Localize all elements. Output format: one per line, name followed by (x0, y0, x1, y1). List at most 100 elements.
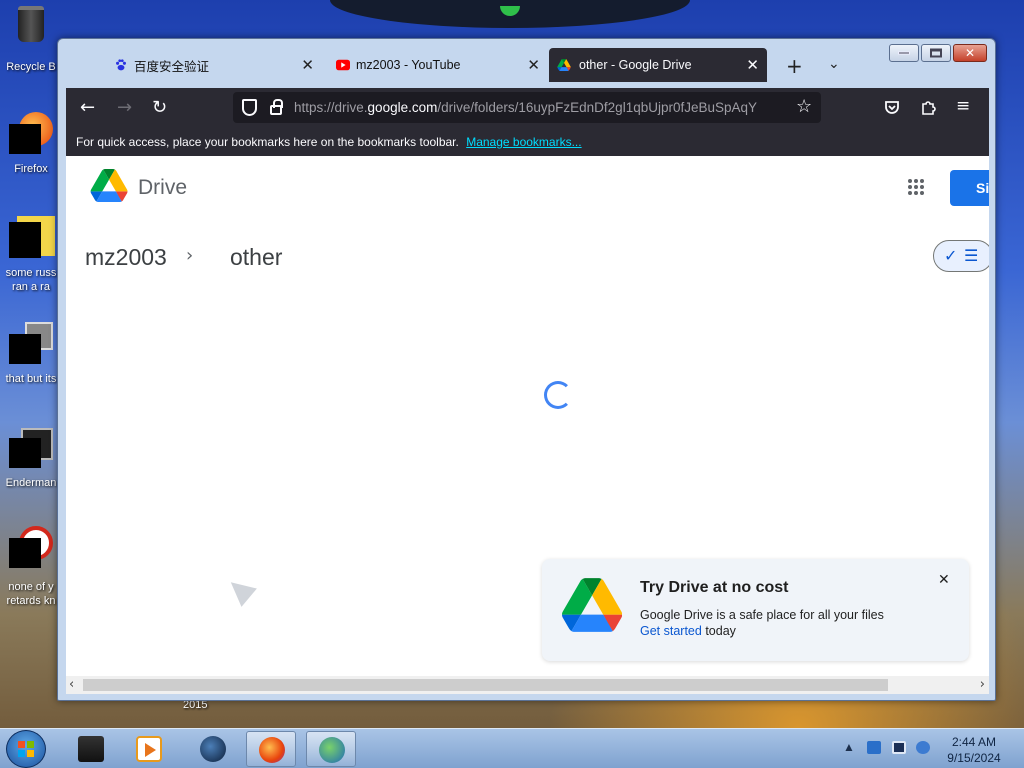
scroll-right-arrow-icon[interactable]: › (980, 677, 985, 692)
tab-close-icon[interactable]: ✕ (527, 56, 540, 74)
network-monitor-icon[interactable] (892, 741, 906, 754)
taskbar-app-media-player[interactable] (124, 731, 174, 767)
window-app-icon (9, 426, 53, 468)
start-button[interactable] (6, 730, 46, 768)
tab-title: other - Google Drive (579, 58, 692, 72)
loading-spinner-icon (544, 381, 572, 409)
media-icon (9, 526, 53, 568)
extensions-puzzle-icon[interactable] (920, 98, 937, 115)
tab-close-icon[interactable]: ✕ (746, 56, 759, 74)
desktop-icon-shortcut[interactable]: that but its (0, 322, 62, 386)
maximize-icon (930, 48, 942, 58)
desktop-icon-label: that but its (5, 373, 57, 385)
try-drive-promo: Try Drive at no cost Google Drive is a s… (542, 559, 969, 661)
list-view-icon: ☰ (964, 246, 979, 265)
desktop-icon-firefox[interactable]: Firefox (0, 112, 62, 176)
sign-in-button[interactable]: Si (950, 170, 989, 206)
windows-logo-icon (18, 741, 34, 757)
download-manager-icon (319, 737, 345, 763)
taskbar-app-globe[interactable] (188, 731, 238, 767)
scrollbar-thumb[interactable] (83, 679, 888, 691)
volume-icon[interactable] (916, 741, 930, 754)
address-bar[interactable]: https://drive.google.com/drive/folders/1… (233, 92, 821, 123)
black-box-app-icon (78, 736, 104, 762)
list-all-tabs-chevron-icon[interactable]: ⌄ (828, 56, 840, 72)
desktop-icon-label: some russ (5, 267, 57, 279)
promo-body: Google Drive is a safe place for all you… (640, 608, 884, 622)
checkmark-icon: ✓ (944, 246, 958, 265)
desktop-wallpaper-decoration (330, 0, 690, 28)
firefox-icon (259, 737, 285, 763)
clock-date: 9/15/2024 (947, 751, 1001, 765)
tab-youtube[interactable]: mz2003 - YouTube ✕ (288, 48, 548, 82)
taskbar-app-explorer[interactable] (66, 731, 116, 767)
desktop-icon-label: Recycle B (6, 61, 56, 73)
promo-title: Try Drive at no cost (640, 579, 789, 596)
globe-app-icon (200, 736, 226, 762)
google-apps-grid-icon[interactable] (908, 179, 924, 195)
lock-icon[interactable] (270, 99, 283, 115)
stacked-windows-icon (9, 322, 53, 364)
tab-baidu[interactable]: 百度安全验证 ✕ (66, 48, 322, 82)
taskbar-app-download-manager[interactable] (306, 731, 356, 767)
promo-cta-suffix: today (701, 624, 736, 638)
breadcrumb-parent[interactable]: mz2003 (85, 244, 167, 271)
promo-close-icon[interactable]: ✕ (938, 572, 950, 588)
back-arrow-icon[interactable]: ← (80, 97, 95, 118)
close-icon: ✕ (964, 46, 976, 60)
google-drive-logo-icon[interactable] (90, 169, 128, 202)
desktop-icon-label: Enderman (5, 477, 57, 489)
tab-title: mz2003 - YouTube (356, 58, 461, 72)
recycle-bin-icon (11, 6, 51, 46)
tab-google-drive[interactable]: other - Google Drive ✕ (549, 48, 767, 82)
url-domain: google.com (367, 100, 438, 115)
forward-arrow-icon[interactable]: → (117, 97, 132, 118)
reload-icon[interactable]: ↻ (152, 97, 167, 118)
google-drive-icon (557, 59, 571, 71)
google-drive-logo-icon (562, 578, 622, 632)
maximize-button[interactable] (921, 44, 951, 62)
tray-app-icon[interactable] (867, 741, 881, 754)
promo-cta: Get started today (640, 624, 736, 638)
show-hidden-icons-chevron-icon[interactable]: ▲ (843, 740, 855, 754)
bookmarks-toolbar: For quick access, place your bookmarks h… (66, 128, 989, 156)
taskbar-app-firefox[interactable] (246, 731, 296, 767)
desktop-icon-label: Firefox (14, 163, 48, 175)
chevron-right-icon: › (186, 245, 194, 266)
desktop-icon-label-line2: ran a ra (12, 281, 50, 293)
view-toggle-button[interactable]: ✓ ☰ (933, 240, 989, 272)
desktop-icon-label: none of y (8, 581, 54, 593)
nav-toolbar: ← → ↻ https://drive.google.com/drive/fol… (66, 88, 989, 128)
pocket-icon[interactable] (884, 99, 900, 115)
desktop-icon-recycle-bin[interactable]: Recycle B (0, 6, 62, 74)
page-content: Drive Si mz2003 › other ✓ ☰ Try Drive at… (66, 156, 989, 676)
url-prefix: https://drive. (294, 100, 368, 115)
system-clock[interactable]: 2:44 AM 9/15/2024 (942, 734, 1006, 766)
youtube-icon (336, 59, 350, 71)
desktop-icon-label-line2: retards kn (6, 595, 56, 607)
manage-bookmarks-link[interactable]: Manage bookmarks... (466, 135, 581, 149)
menu-hamburger-icon[interactable]: ≡ (956, 96, 970, 116)
clock-time: 2:44 AM (951, 735, 997, 749)
tracking-shield-icon[interactable] (242, 99, 257, 116)
scroll-left-arrow-icon[interactable]: ‹ (69, 677, 74, 692)
bookmarks-hint-text: For quick access, place your bookmarks h… (76, 135, 459, 149)
breadcrumb-current[interactable]: other (230, 244, 282, 271)
horizontal-scrollbar[interactable]: ‹ › (66, 676, 989, 694)
taskbar: ▲ 2:44 AM 9/15/2024 (0, 728, 1024, 768)
new-tab-button[interactable]: + (786, 54, 803, 78)
bookmark-star-icon[interactable]: ☆ (796, 96, 812, 117)
desktop-icon-file-2[interactable]: none of y retards kn (0, 526, 62, 608)
media-player-icon (136, 736, 162, 762)
baidu-paw-icon (116, 59, 126, 71)
document-icon (9, 216, 55, 258)
url-path: /drive/folders/16uypFzEdnDf2gl1qbUjpr0fJ… (437, 100, 758, 115)
desktop-icon-enderman[interactable]: Enderman (0, 426, 62, 490)
get-started-link[interactable]: Get started (640, 624, 702, 638)
window-close-button[interactable]: ✕ (953, 44, 987, 62)
browser-window: ✕ 百度安全验证 ✕ mz2003 - YouTube ✕ other - Go… (57, 38, 996, 701)
product-name[interactable]: Drive (138, 176, 187, 200)
desktop-icon-file[interactable]: some russ ran a ra (0, 216, 62, 294)
firefox-shortcut-icon (9, 112, 53, 154)
url-text[interactable]: https://drive.google.com/drive/folders/1… (294, 100, 774, 115)
